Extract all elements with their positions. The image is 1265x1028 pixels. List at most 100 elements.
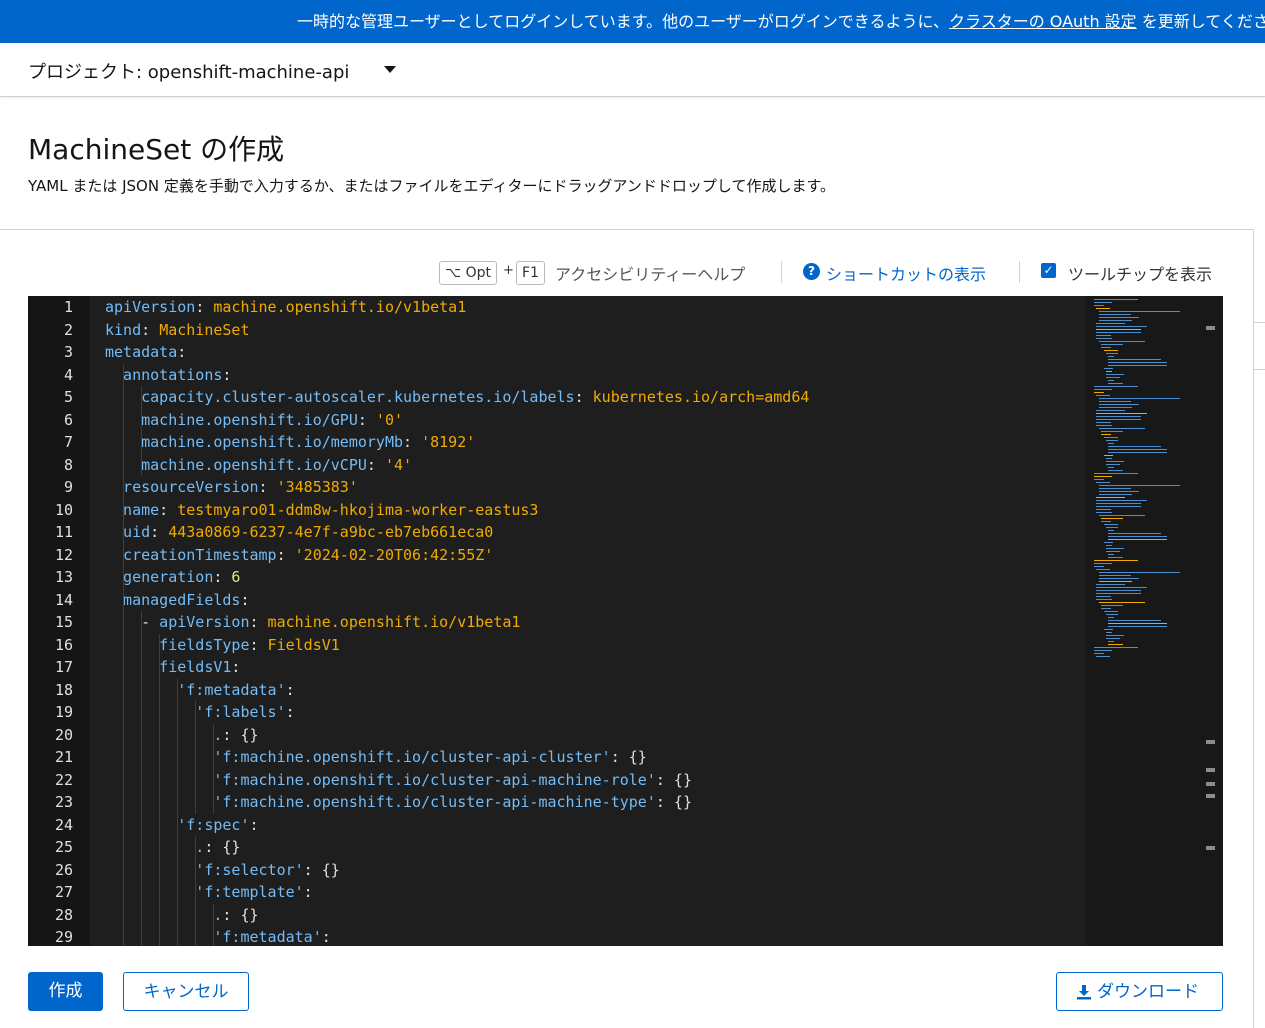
code-token: 'f:labels'	[195, 703, 286, 721]
code-line[interactable]: 4 annotations:	[28, 363, 1086, 386]
yaml-editor[interactable]: 1 apiVersion: machine.openshift.io/v1beta…	[28, 296, 1223, 946]
download-button[interactable]: ダウンロード	[1056, 972, 1223, 1011]
code-token: :	[141, 320, 160, 339]
minimap-line	[1101, 605, 1124, 606]
code-line[interactable]: 1 apiVersion: machine.openshift.io/v1beta…	[28, 296, 1086, 319]
create-button[interactable]: 作成	[28, 972, 103, 1011]
code-line[interactable]: 9 resourceVersion: '3485383'	[28, 476, 1086, 499]
code-token: managedFields	[123, 590, 241, 609]
indent-guide	[141, 431, 143, 454]
indent-guide	[123, 858, 124, 881]
code-line[interactable]: 22 'f:machine.openshift.io/cluster-api-ma…	[28, 768, 1086, 791]
code-token: 6	[231, 568, 241, 586]
code-line[interactable]: 7 machine.openshift.io/memoryMb: '8192'	[28, 431, 1086, 454]
code-token: 443a0869-6237-4e7f-a9bc-eb7eb661eca0	[168, 523, 494, 541]
minimap-line	[1096, 503, 1142, 504]
minimap-line	[1094, 647, 1138, 648]
banner-suffix: を更新してください。	[1141, 12, 1265, 31]
line-number: 14	[54, 590, 73, 609]
minimap-line	[1108, 359, 1162, 360]
indent-guide	[141, 791, 143, 814]
minimap-line	[1106, 464, 1121, 465]
indent-guide	[159, 813, 161, 836]
editor-minimap[interactable]	[1086, 296, 1223, 946]
code-text: kind: MachineSet	[105, 319, 250, 342]
minimap-line	[1096, 584, 1125, 585]
code-line[interactable]: 27 'f:template':	[28, 881, 1086, 904]
show-shortcuts-link[interactable]: ショートカットの表示	[826, 261, 986, 285]
code-text: resourceVersion: '3485383'	[123, 476, 358, 499]
line-number: 22	[54, 770, 73, 789]
scrollbar-marker	[1206, 782, 1215, 786]
minimap-line	[1098, 317, 1140, 318]
minimap-line	[1108, 380, 1114, 381]
code-line[interactable]: 29 'f:metadata':	[28, 926, 1086, 946]
code-line[interactable]: 18 'f:metadata':	[28, 678, 1086, 701]
indent-guide	[159, 723, 161, 746]
code-text: uid: 443a0869-6237-4e7f-a9bc-eb7eb661eca…	[123, 521, 493, 544]
indent-guide	[213, 768, 215, 791]
show-tooltips-checkbox[interactable]: ✓	[1041, 263, 1056, 278]
indent-guide	[123, 588, 124, 611]
code-text: machine.openshift.io/vCPU: '4'	[141, 454, 412, 477]
code-token: uid	[123, 523, 151, 541]
oauth-settings-link[interactable]: クラスターの OAuth 設定	[949, 12, 1137, 31]
help-icon[interactable]: ?	[803, 263, 820, 280]
minimap-line	[1098, 485, 1181, 486]
project-dropdown[interactable]: プロジェクト: openshift-machine-api	[28, 58, 349, 84]
minimap-line	[1096, 335, 1111, 336]
code-line[interactable]: 15 - apiVersion: machine.openshift.io/v1b…	[28, 611, 1086, 634]
scrollbar-marker	[1206, 326, 1215, 330]
line-number: 12	[54, 545, 73, 564]
code-line[interactable]: 13 generation: 6	[28, 566, 1086, 589]
minimap-line	[1106, 545, 1112, 546]
code-text: machine.openshift.io/memoryMb: '8192'	[141, 431, 475, 454]
minimap-line	[1094, 473, 1138, 474]
code-line[interactable]: 14 managedFields:	[28, 588, 1086, 611]
code-line[interactable]: 23 'f:machine.openshift.io/cluster-api-ma…	[28, 791, 1086, 814]
code-token: resourceVersion	[123, 478, 259, 496]
f1-key: F1	[516, 261, 545, 285]
minimap-line	[1108, 539, 1167, 540]
code-line[interactable]: 26 'f:selector': {}	[28, 858, 1086, 882]
minimap-line	[1108, 620, 1162, 621]
minimap-line	[1096, 410, 1125, 411]
code-line[interactable]: 16 fieldsType: FieldsV1	[28, 633, 1086, 656]
code-text: 'f:metadata':	[213, 926, 330, 946]
code-line[interactable]: 20 .: {}	[28, 723, 1086, 746]
code-line[interactable]: 28 .: {}	[28, 903, 1086, 926]
code-line[interactable]: 17 fieldsV1:	[28, 656, 1086, 679]
code-line[interactable]: 3 metadata:	[28, 341, 1086, 364]
minimap-line	[1103, 524, 1118, 525]
code-line[interactable]: 5 capacity.cluster-autoscaler.kubernetes.…	[28, 386, 1086, 409]
minimap-line	[1098, 578, 1140, 579]
code-line[interactable]: 2 kind: MachineSet	[28, 319, 1086, 342]
code-line[interactable]: 8 machine.openshift.io/vCPU: '4'	[28, 453, 1086, 477]
code-line[interactable]: 19 'f:labels':	[28, 701, 1086, 724]
code-text: 'f:selector': {}	[195, 859, 340, 882]
code-line[interactable]: 21 'f:machine.openshift.io/cluster-api-cl…	[28, 746, 1086, 769]
minimap-line	[1101, 434, 1112, 435]
code-token: annotations	[123, 365, 223, 384]
code-line[interactable]: 11 uid: 443a0869-6237-4e7f-a9bc-eb7eb661e…	[28, 521, 1086, 544]
minimap-line	[1096, 413, 1147, 414]
code-line[interactable]: 10 name: testmyaro01-ddm8w-hkojima-worker…	[28, 498, 1086, 521]
indent-guide	[195, 926, 197, 946]
minimap-line	[1098, 311, 1181, 312]
show-tooltips-label[interactable]: ツールチップを表示	[1068, 261, 1212, 285]
minimap-line	[1098, 314, 1131, 315]
code-line[interactable]: 12 creationTimestamp: '2024-02-20T06:42:5…	[28, 543, 1086, 566]
indent-guide	[123, 678, 124, 701]
code-text: 'f:spec':	[177, 814, 258, 837]
code-token: testmyaro01-ddm8w-hkojima-worker-eastus3	[177, 500, 539, 519]
code-token: name	[123, 500, 160, 519]
project-selector-bar: プロジェクト: openshift-machine-api	[0, 43, 1265, 97]
cancel-button[interactable]: キャンセル	[123, 972, 249, 1011]
code-token: :	[177, 343, 187, 361]
code-line[interactable]: 25.: {}	[28, 836, 1086, 859]
code-line[interactable]: 24 'f:spec':	[28, 813, 1086, 837]
code-line[interactable]: 6 machine.openshift.io/GPU: '0'	[28, 408, 1086, 431]
caret-down-icon[interactable]	[384, 66, 396, 73]
minimap-line	[1094, 566, 1104, 567]
code-token: :	[321, 928, 331, 946]
